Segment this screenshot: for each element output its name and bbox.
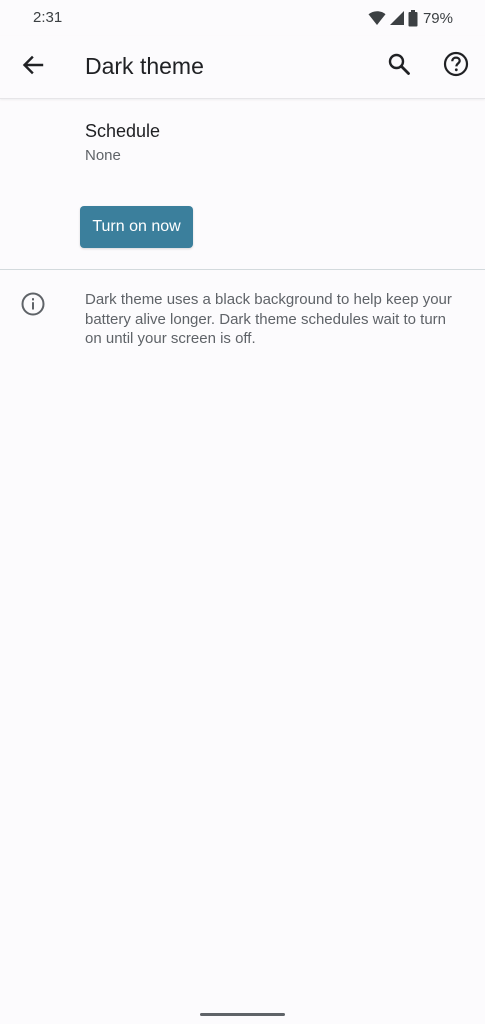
search-icon xyxy=(388,53,410,80)
turn-on-now-button[interactable]: Turn on now xyxy=(80,206,193,248)
gesture-nav-handle[interactable] xyxy=(200,1013,285,1016)
back-button[interactable] xyxy=(11,45,55,89)
status-bar: 2:31 79% xyxy=(0,0,485,36)
battery-icon xyxy=(408,9,418,27)
cell-signal-icon xyxy=(389,10,405,26)
schedule-title: Schedule xyxy=(85,121,161,141)
info-icon xyxy=(20,291,46,317)
divider xyxy=(0,269,485,270)
app-bar: Dark theme xyxy=(0,36,485,99)
page-title: Dark theme xyxy=(85,53,204,79)
status-time: 2:31 xyxy=(33,9,63,26)
footer-text: Dark theme uses a black background to he… xyxy=(85,291,452,347)
status-icons: 79% xyxy=(368,8,453,28)
help-icon xyxy=(443,51,469,82)
footer-info: Dark theme uses a black background to he… xyxy=(0,280,485,360)
wifi-icon xyxy=(368,10,386,26)
schedule-setting[interactable]: Schedule None xyxy=(0,100,485,186)
search-button[interactable] xyxy=(377,44,421,88)
schedule-summary: None xyxy=(85,147,121,164)
help-button[interactable] xyxy=(434,44,478,88)
back-arrow-icon xyxy=(22,54,44,81)
battery-percentage: 79% xyxy=(422,9,453,27)
